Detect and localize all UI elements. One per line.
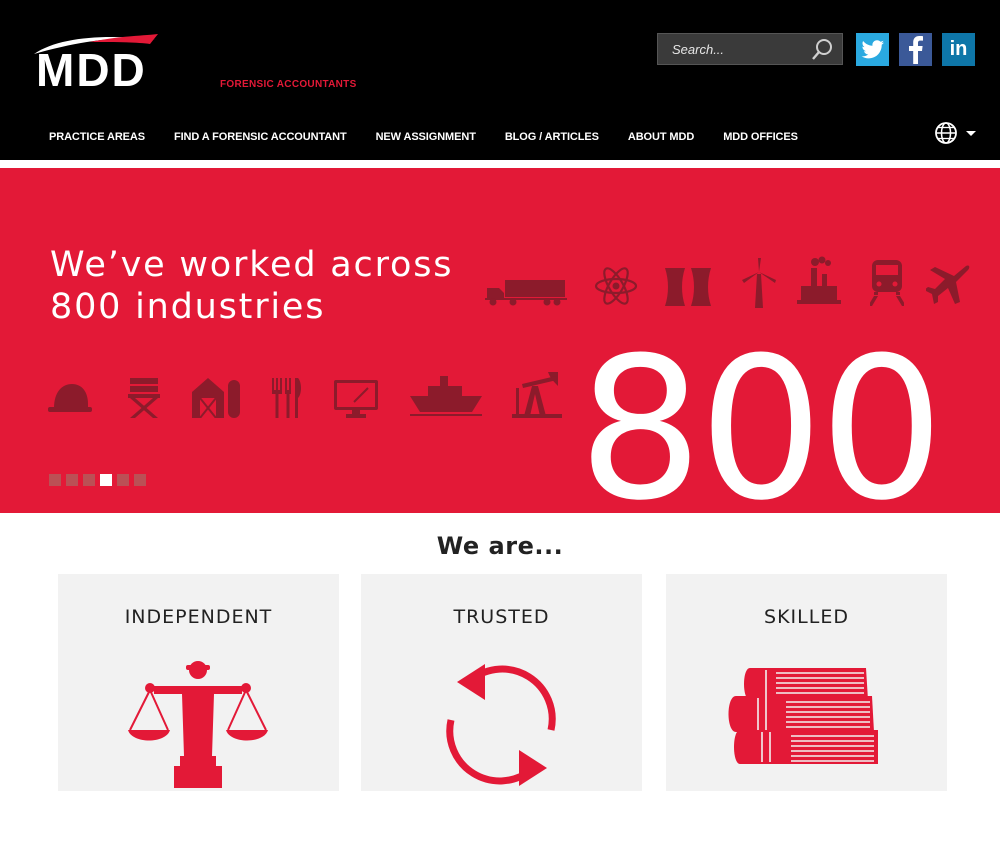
wind-turbine-icon	[740, 258, 778, 308]
scales-icon	[58, 660, 339, 790]
power-plant-icon	[663, 268, 715, 306]
value-card-title: INDEPENDENT	[124, 606, 273, 628]
nav-mdd-offices[interactable]: MDD OFFICES	[723, 131, 798, 143]
slide-dot[interactable]	[117, 474, 129, 486]
hero-headline-line1: We’ve worked across	[50, 245, 454, 285]
value-card-title: SKILLED	[764, 606, 849, 628]
hero-headline: We’ve worked across 800 industries	[50, 244, 453, 328]
train-icon	[870, 260, 904, 306]
hero-big-number: 800	[578, 316, 944, 513]
value-card-title: TRUSTED	[453, 606, 550, 628]
hero-banner: We’ve worked across 800 industries 800	[0, 168, 1000, 513]
nav-new-assignment[interactable]: NEW ASSIGNMENT	[376, 131, 476, 143]
directors-chair-icon	[128, 378, 160, 418]
cycle-arrows-icon	[361, 660, 642, 790]
facebook-icon[interactable]	[899, 33, 932, 66]
values-heading: We are...	[436, 532, 564, 560]
nav-practice-areas[interactable]: PRACTICE AREAS	[49, 131, 145, 143]
svg-text:MDD: MDD	[36, 44, 147, 96]
cutlery-icon	[272, 378, 304, 418]
monitor-icon	[334, 380, 378, 418]
nav-blog-articles[interactable]: BLOG / ARTICLES	[505, 131, 599, 143]
twitter-icon[interactable]	[856, 33, 889, 66]
value-card-independent[interactable]: INDEPENDENT	[58, 574, 339, 791]
linkedin-icon[interactable]: in	[942, 33, 975, 66]
atom-icon	[594, 264, 638, 308]
slide-dot[interactable]	[83, 474, 95, 486]
value-card-trusted[interactable]: TRUSTED	[361, 574, 642, 791]
truck-icon	[485, 280, 567, 306]
hard-hat-icon	[48, 382, 92, 414]
slide-dot[interactable]	[66, 474, 78, 486]
globe-icon[interactable]	[934, 121, 978, 145]
language-selector[interactable]	[934, 121, 978, 145]
hero-headline-line2: 800 industries	[50, 287, 326, 327]
slide-dot[interactable]	[134, 474, 146, 486]
nav-about-mdd[interactable]: ABOUT MDD	[628, 131, 694, 143]
airplane-icon	[926, 264, 970, 304]
value-card-skilled[interactable]: SKILLED	[666, 574, 947, 791]
books-icon	[666, 660, 947, 790]
search-input[interactable]	[658, 34, 808, 64]
search-box	[657, 33, 843, 65]
factory-icon	[797, 256, 841, 306]
oil-pump-icon	[512, 370, 562, 418]
brand-tagline: FORENSIC ACCOUNTANTS	[220, 79, 357, 90]
slider-dots	[49, 474, 151, 486]
nav-find-accountant[interactable]: FIND A FORENSIC ACCOUNTANT	[174, 131, 347, 143]
ship-icon	[410, 376, 482, 418]
search-icon[interactable]	[810, 38, 834, 62]
main-nav: PRACTICE AREAS FIND A FORENSIC ACCOUNTAN…	[49, 131, 827, 143]
barn-icon	[192, 376, 242, 418]
linkedin-label: in	[949, 38, 968, 60]
slide-dot-active[interactable]	[100, 474, 112, 486]
header-divider	[0, 160, 1000, 168]
slide-dot[interactable]	[49, 474, 61, 486]
site-header: MDD FORENSIC ACCOUNTANTS in PRACTICE ARE…	[0, 0, 1000, 160]
